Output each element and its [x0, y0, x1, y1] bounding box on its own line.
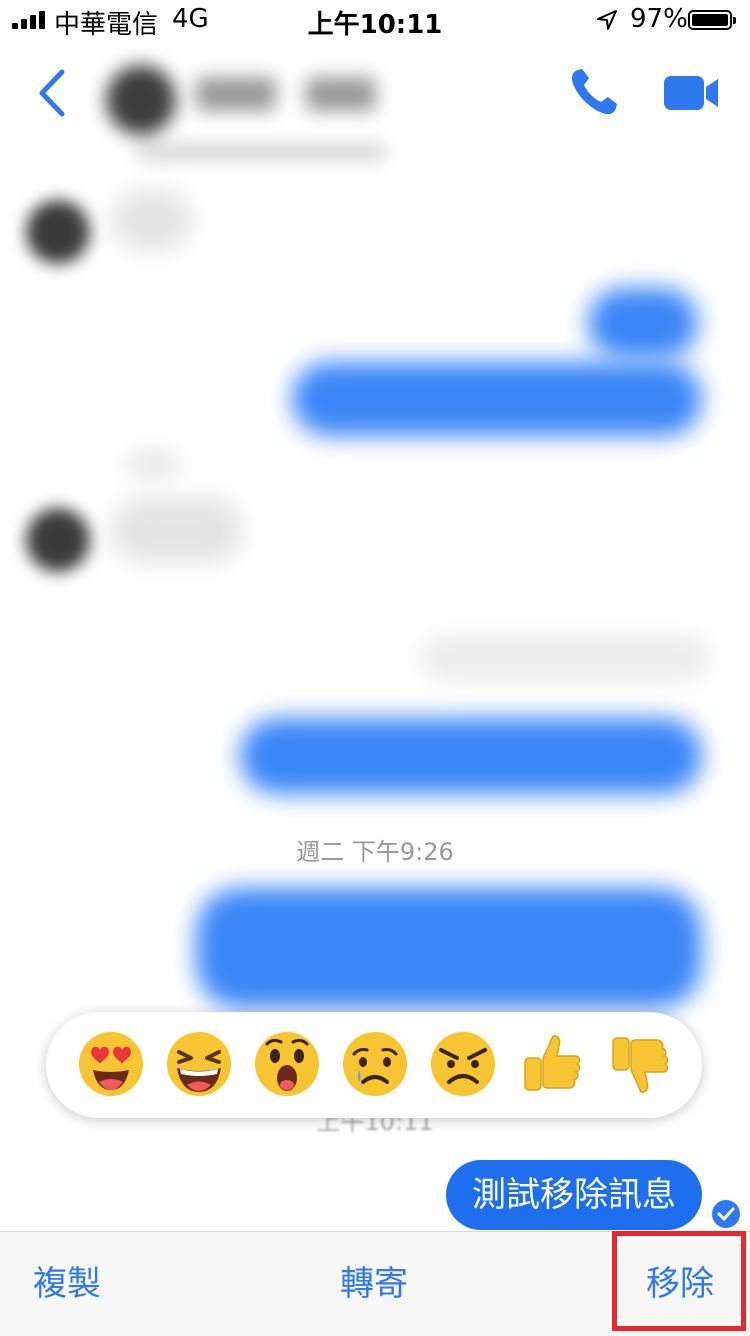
highlight-box: [612, 1231, 746, 1331]
avatar: [106, 65, 176, 135]
thumbs-up-emoji[interactable]: [517, 1030, 585, 1098]
seen-check-icon: [710, 1198, 742, 1230]
sent-message-bubble[interactable]: 測試移除訊息: [446, 1160, 702, 1230]
avatar: [26, 200, 90, 264]
sent-message-obscured: [196, 888, 702, 1008]
sent-message-obscured: [292, 362, 702, 436]
heart-eyes-emoji[interactable]: [77, 1030, 145, 1098]
avatar: [26, 508, 90, 572]
chevron-left-icon[interactable]: [34, 68, 70, 118]
sent-message-obscured: [588, 288, 698, 358]
battery-percent: 97%: [630, 4, 688, 34]
contact-name-obscured: [196, 77, 276, 111]
battery-icon: [688, 10, 736, 30]
phone-icon[interactable]: [568, 66, 620, 118]
status-bar: 中華電信 4G 上午10:11 97%: [0, 0, 750, 40]
video-camera-icon[interactable]: [662, 74, 720, 112]
copy-button[interactable]: 複製: [33, 1232, 101, 1336]
reaction-bar: [46, 1012, 702, 1118]
laughing-emoji[interactable]: [165, 1030, 233, 1098]
thumbs-down-emoji[interactable]: [605, 1030, 673, 1098]
received-message-obscured: [112, 190, 192, 250]
wow-emoji[interactable]: [253, 1030, 321, 1098]
location-arrow-icon: [597, 10, 617, 30]
forward-button[interactable]: 轉寄: [340, 1232, 408, 1336]
conversation-timestamp: 週二 下午9:26: [296, 838, 454, 866]
received-message-obscured: [112, 498, 242, 562]
contact-header[interactable]: [96, 55, 436, 175]
contact-status-obscured: [136, 145, 386, 159]
sent-message-obscured: [240, 718, 702, 794]
angry-emoji[interactable]: [429, 1030, 497, 1098]
sad-emoji[interactable]: [341, 1030, 409, 1098]
